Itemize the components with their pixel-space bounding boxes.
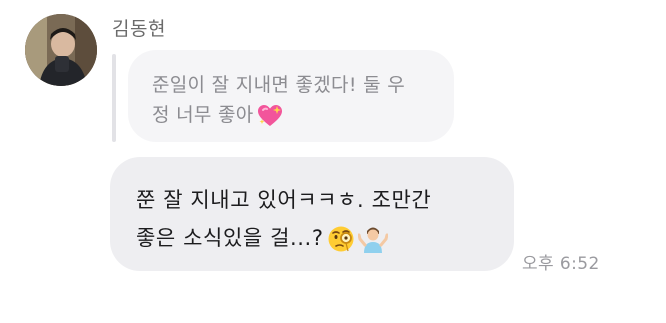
avatar-photo	[25, 14, 97, 86]
chat-message-group: 김동현 준일이 잘 지내면 좋겠다! 둘 우 정 너무 좋아 쭌 잘 지내고 있…	[0, 0, 666, 323]
sender-name: 김동현	[112, 18, 166, 40]
message-line-1: 쭌 잘 지내고 있어ㅋㅋㅎ. 조만간	[136, 188, 432, 212]
quoted-message-line-1: 준일이 잘 지내면 좋겠다! 둘 우	[152, 74, 405, 96]
quote-indicator-bar	[112, 54, 116, 142]
person-shrugging-icon	[357, 225, 388, 253]
sparkling-heart-icon	[257, 104, 283, 128]
quoted-message-line-2: 정 너무 좋아	[152, 104, 254, 126]
avatar[interactable]	[25, 14, 97, 86]
quoted-message-line-2-row: 정 너무 좋아	[152, 100, 430, 130]
message-timestamp: 오후 6:52	[522, 254, 600, 274]
quoted-message-bubble[interactable]: 준일이 잘 지내면 좋겠다! 둘 우 정 너무 좋아	[128, 50, 454, 142]
message-line-2: 좋은 소식있을 걸...?	[136, 226, 324, 250]
message-line-2-row: 좋은 소식있을 걸...?	[136, 219, 488, 257]
face-with-monocle-icon	[327, 225, 355, 253]
message-bubble[interactable]: 쭌 잘 지내고 있어ㅋㅋㅎ. 조만간 좋은 소식있을 걸...?	[110, 157, 514, 271]
